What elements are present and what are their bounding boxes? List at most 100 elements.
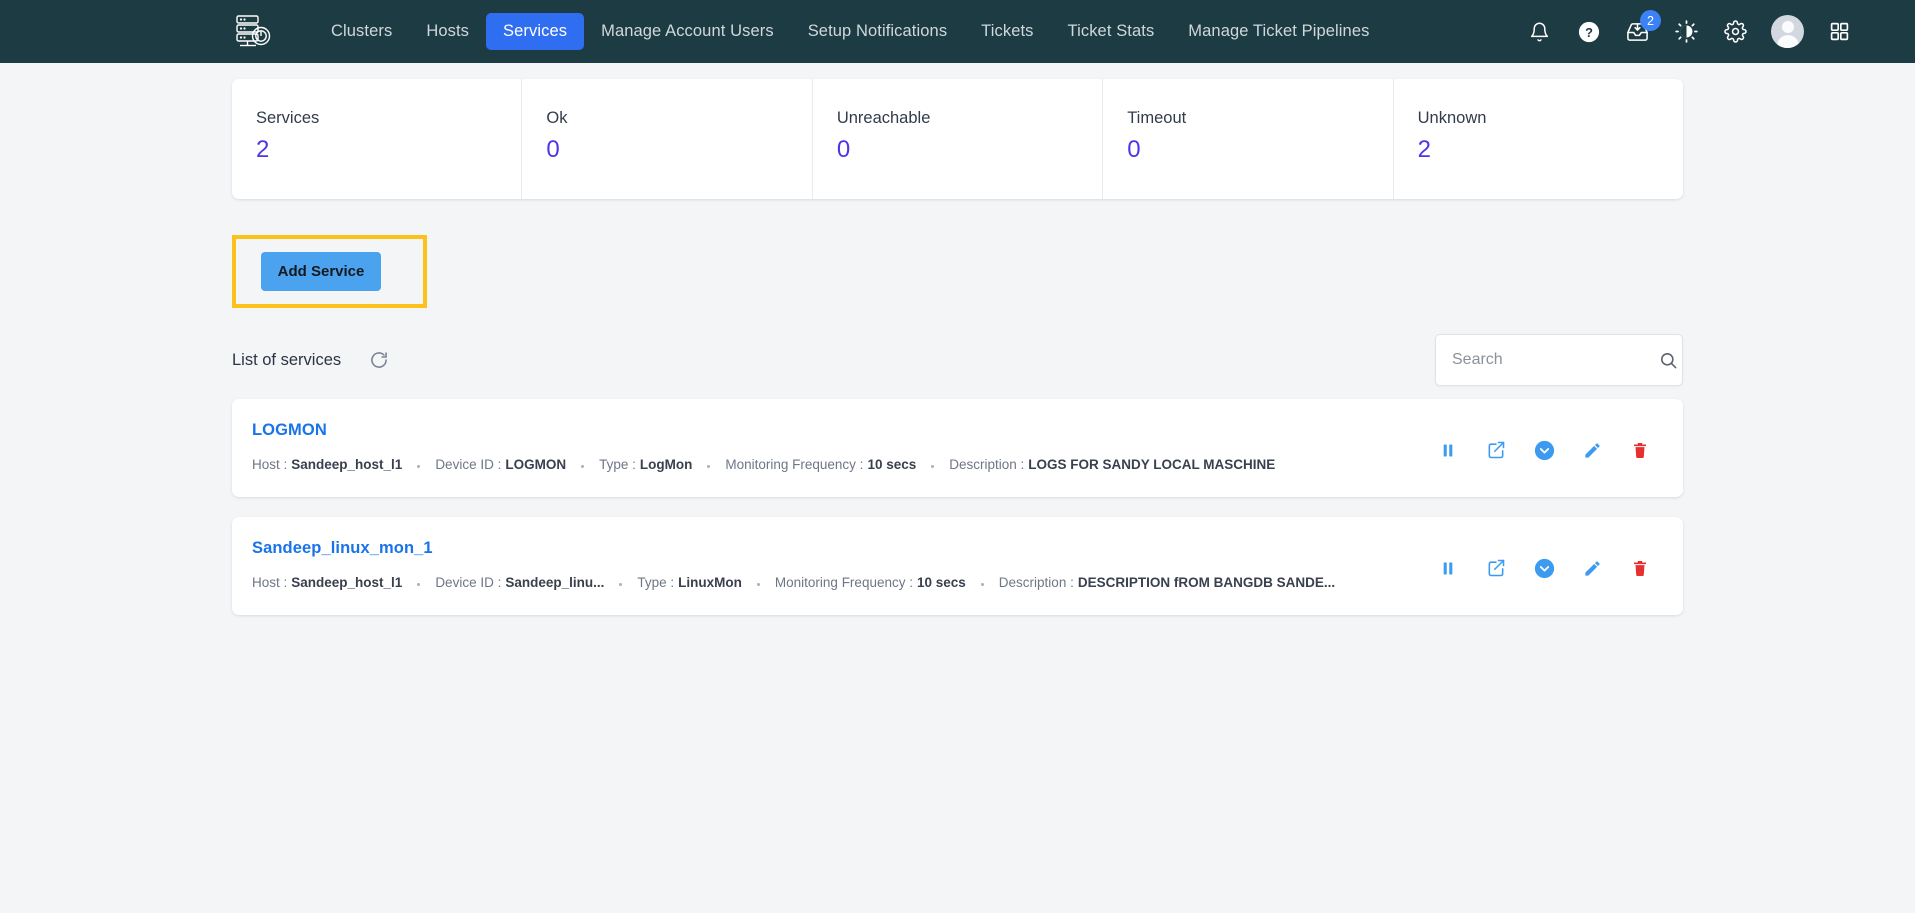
nav-link-clusters[interactable]: Clusters [314, 13, 409, 50]
edit-pencil-icon[interactable] [1581, 439, 1603, 461]
meta-host: Host : Sandeep_host_l1 [252, 457, 402, 472]
meta-key: Host : [252, 575, 288, 590]
svg-text:?: ? [1585, 24, 1593, 39]
open-in-new-icon[interactable] [1485, 439, 1507, 461]
nav-link-manage-account-users[interactable]: Manage Account Users [584, 13, 791, 50]
add-service-highlight: Add Service [232, 235, 427, 308]
nav-link-manage-ticket-pipelines[interactable]: Manage Ticket Pipelines [1171, 13, 1386, 50]
avatar-silhouette-icon [1771, 15, 1804, 48]
stat-card-services: Services 2 [232, 79, 523, 199]
refresh-icon[interactable] [366, 347, 392, 373]
meta-value: Sandeep_host_l1 [291, 575, 403, 590]
stat-label: Unknown [1417, 109, 1487, 127]
gear-settings-icon[interactable] [1722, 18, 1749, 45]
add-service-button[interactable]: Add Service [261, 252, 381, 291]
meta-separator [980, 583, 984, 586]
nav-link-tickets[interactable]: Tickets [964, 13, 1050, 50]
pause-icon[interactable] [1437, 439, 1459, 461]
row-actions [1437, 439, 1651, 461]
stat-label: Timeout [1127, 109, 1187, 127]
dark-mode-toggle-icon[interactable] [1673, 18, 1700, 45]
meta-separator [707, 465, 711, 468]
meta-value: 10 secs [867, 457, 917, 472]
meta-description: Description : DESCRIPTION fROM BANGDB SA… [999, 575, 1335, 590]
nav-links: Clusters Hosts Services Manage Account U… [314, 13, 1386, 50]
service-name-link[interactable]: LOGMON [252, 421, 327, 440]
meta-separator [756, 583, 760, 586]
chevron-down-circle-icon[interactable] [1533, 439, 1555, 461]
stat-value: 2 [1417, 136, 1431, 163]
search-box[interactable] [1435, 334, 1683, 386]
meta-value: LOGMON [505, 457, 567, 472]
list-title: List of services [232, 350, 342, 369]
inbox-badge-count: 2 [1640, 10, 1661, 31]
meta-separator [931, 465, 935, 468]
meta-key: Type : [637, 575, 675, 590]
nav-link-hosts[interactable]: Hosts [409, 13, 486, 50]
stats-summary-bar: Services 2 Ok 0 Unreachable 0 Timeout 0 … [232, 79, 1683, 199]
stat-card-timeout: Timeout 0 [1103, 79, 1394, 199]
table-row[interactable]: LOGMON Host : Sandeep_host_l1 Device ID … [232, 399, 1683, 497]
stat-value: 0 [1127, 136, 1141, 163]
meta-key: Description : [998, 575, 1074, 590]
meta-separator [417, 465, 421, 468]
inbox-download-icon[interactable]: 2 [1624, 10, 1661, 45]
app-logo[interactable] [232, 12, 276, 52]
nav-right-icons: ? 2 [1526, 10, 1875, 48]
meta-separator [581, 465, 585, 468]
meta-separator [417, 583, 421, 586]
meta-value: LinuxMon [678, 575, 742, 590]
meta-type: Type : LinuxMon [637, 575, 742, 590]
row-actions [1437, 557, 1651, 579]
stat-label: Unreachable [836, 109, 931, 127]
meta-monitoring-frequency: Monitoring Frequency : 10 secs [725, 457, 916, 472]
meta-separator [619, 583, 623, 586]
meta-key: Device ID : [435, 575, 502, 590]
page-content: Services 2 Ok 0 Unreachable 0 Timeout 0 … [0, 79, 1915, 615]
meta-value: DESCRIPTION fROM BANGDB SANDE... [1077, 575, 1336, 590]
list-header: List of services [232, 334, 1683, 386]
stat-value: 0 [546, 136, 560, 163]
meta-key: Monitoring Frequency : [725, 457, 864, 472]
top-navigation-bar: Clusters Hosts Services Manage Account U… [0, 0, 1915, 63]
meta-value: 10 secs [916, 575, 966, 590]
stat-card-ok: Ok 0 [522, 79, 813, 199]
edit-pencil-icon[interactable] [1581, 557, 1603, 579]
meta-host: Host : Sandeep_host_l1 [252, 575, 402, 590]
stat-card-unknown: Unknown 2 [1394, 79, 1683, 199]
meta-key: Monitoring Frequency : [774, 575, 913, 590]
meta-value: Sandeep_host_l1 [291, 457, 403, 472]
delete-trash-icon[interactable] [1629, 439, 1651, 461]
nav-link-ticket-stats[interactable]: Ticket Stats [1051, 13, 1172, 50]
stat-label: Ok [546, 109, 568, 127]
meta-key: Type : [599, 457, 636, 472]
stat-label: Services [256, 109, 320, 127]
meta-monitoring-frequency: Monitoring Frequency : 10 secs [775, 575, 966, 590]
help-question-icon[interactable]: ? [1575, 18, 1602, 45]
user-avatar[interactable] [1771, 15, 1804, 48]
meta-key: Description : [949, 457, 1025, 472]
service-name-link[interactable]: Sandeep_linux_mon_1 [252, 539, 433, 558]
open-in-new-icon[interactable] [1485, 557, 1507, 579]
nav-link-setup-notifications[interactable]: Setup Notifications [791, 13, 964, 50]
meta-value: LogMon [639, 457, 693, 472]
meta-value: LOGS FOR SANDY LOCAL MASCHINE [1028, 457, 1276, 472]
chevron-down-circle-icon[interactable] [1533, 557, 1555, 579]
notifications-bell-icon[interactable] [1526, 18, 1553, 45]
stat-value: 0 [836, 136, 851, 163]
apps-grid-icon[interactable] [1826, 18, 1853, 45]
services-list: LOGMON Host : Sandeep_host_l1 Device ID … [232, 399, 1683, 615]
pause-icon[interactable] [1437, 557, 1459, 579]
search-icon[interactable] [1659, 351, 1678, 370]
stat-card-unreachable: Unreachable 0 [813, 79, 1104, 199]
meta-device-id: Device ID : LOGMON [435, 457, 566, 472]
stat-value: 2 [256, 136, 270, 163]
meta-type: Type : LogMon [599, 457, 692, 472]
search-input[interactable] [1452, 351, 1659, 369]
nav-link-services[interactable]: Services [486, 13, 585, 50]
delete-trash-icon[interactable] [1629, 557, 1651, 579]
table-row[interactable]: Sandeep_linux_mon_1 Host : Sandeep_host_… [232, 517, 1683, 615]
meta-key: Device ID : [435, 457, 502, 472]
meta-value: Sandeep_linu... [505, 575, 605, 590]
meta-description: Description : LOGS FOR SANDY LOCAL MASCH… [949, 457, 1275, 472]
